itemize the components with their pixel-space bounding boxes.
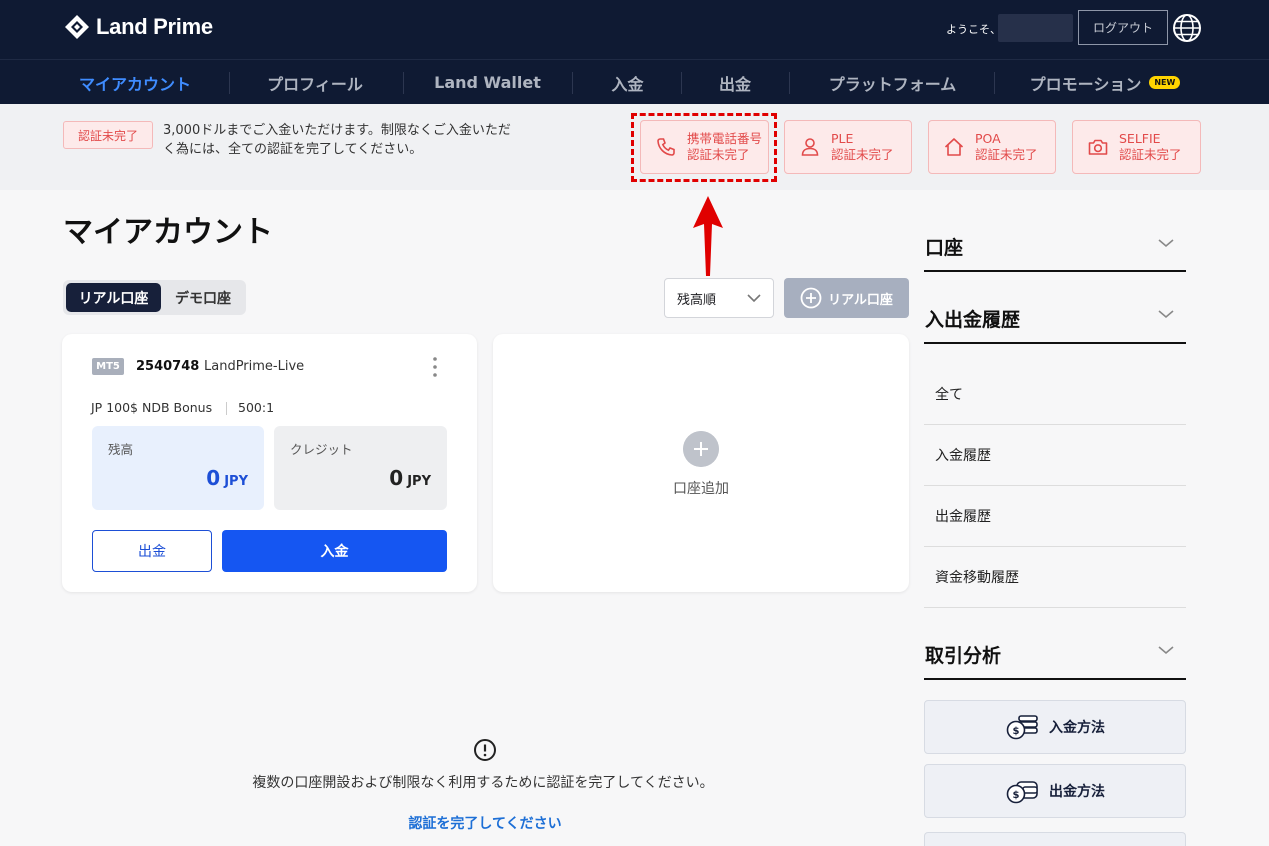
sidebar-item-all[interactable]: 全て (924, 364, 1186, 425)
brand-name: Land Prime (96, 14, 213, 39)
verification-warning-message: 複数の口座開設および制限なく利用するために認証を完了してください。 (252, 775, 714, 791)
annotation-highlight-box (631, 113, 777, 182)
sidebar-card-partial[interactable] (924, 832, 1186, 846)
verify-ple-status: 認証未完了 (831, 147, 894, 162)
more-options-icon[interactable] (430, 356, 440, 378)
withdraw-button[interactable]: 出金 (92, 530, 212, 572)
nav-divider (994, 72, 995, 94)
user-icon (801, 138, 819, 156)
verification-message: 3,000ドルまでご入金いただけます。制限なくご入金いただく為には、全ての認証を… (163, 123, 511, 157)
withdraw-wallet-icon: $ (1006, 781, 1038, 804)
tab-real-account[interactable]: リアル口座 (66, 283, 161, 312)
account-server: LandPrime-Live (204, 359, 305, 374)
sidebar-analysis-section[interactable]: 取引分析 (924, 632, 1186, 680)
account-type-tabs: リアル口座 デモ口座 (63, 280, 246, 315)
credit-amount: 0 (389, 466, 404, 490)
verify-poa-button[interactable]: POA 認証未完了 (928, 120, 1056, 174)
svg-text:$: $ (1013, 790, 1020, 801)
alert-circle-icon (474, 739, 496, 761)
verify-ple-title: PLE (831, 131, 854, 146)
credit-currency: JPY (407, 474, 431, 489)
verify-selfie-button[interactable]: SELFIE 認証未完了 (1072, 120, 1201, 174)
sort-select-value: 残高順 (677, 292, 717, 308)
new-badge: NEW (1149, 76, 1181, 89)
nav-platform[interactable]: プラットフォーム (805, 60, 980, 105)
home-icon (944, 138, 964, 156)
top-header: Land Prime ようこそ、 ログアウト (0, 0, 1269, 59)
welcome-text: ようこそ、 (946, 23, 1001, 36)
chevron-down-icon (1158, 310, 1174, 319)
nav-divider (403, 72, 404, 94)
unverified-status-badge: 認証未完了 (63, 121, 153, 149)
chevron-down-icon (747, 294, 761, 303)
sidebar-item-transfer-history[interactable]: 資金移動履歴 (924, 547, 1186, 608)
camera-icon (1088, 139, 1108, 155)
svg-text:$: $ (1013, 726, 1020, 737)
account-card: MT5 2540748 LandPrime-Live JP 100$ NDB B… (62, 334, 477, 592)
balance-amount: 0 (206, 466, 221, 490)
credit-label: クレジット (290, 442, 353, 457)
account-type: JP 100$ NDB Bonus (91, 400, 213, 415)
add-account-card[interactable]: 口座追加 (493, 334, 909, 592)
balance-box: 残高 0 JPY (92, 426, 264, 510)
chevron-down-icon (1158, 646, 1174, 655)
nav-land-wallet[interactable]: Land Wallet (420, 60, 555, 105)
nav-my-account[interactable]: マイアカウント (60, 60, 210, 105)
brand-logo[interactable]: Land Prime (64, 14, 213, 40)
add-account-label: 口座追加 (673, 481, 729, 497)
verify-selfie-title: SELFIE (1119, 131, 1161, 146)
sidebar-item-withdraw-history[interactable]: 出金履歴 (924, 486, 1186, 547)
withdraw-methods-label: 出金方法 (1049, 784, 1105, 800)
deposit-button[interactable]: 入金 (222, 530, 447, 572)
main-nav: マイアカウント プロフィール Land Wallet 入金 出金 プラットフォー… (0, 59, 1269, 104)
sidebar-accounts-section[interactable]: 口座 (924, 226, 1186, 272)
add-real-account-button[interactable]: リアル口座 (784, 278, 909, 318)
withdraw-methods-card[interactable]: $ 出金方法 (924, 764, 1186, 818)
credit-box: クレジット 0 JPY (274, 426, 447, 510)
chevron-down-icon (1158, 239, 1174, 248)
nav-promotion[interactable]: プロモーション NEW (1010, 60, 1200, 105)
sidebar-history-heading: 入出金履歴 (925, 309, 1021, 331)
complete-verification-link[interactable]: 認証を完了してください (0, 813, 970, 833)
deposit-methods-card[interactable]: $ 入金方法 (924, 700, 1186, 754)
balance-currency: JPY (224, 474, 248, 489)
nav-divider (572, 72, 573, 94)
plus-circle-icon (800, 287, 822, 309)
platform-badge: MT5 (92, 358, 124, 375)
tab-demo-account[interactable]: デモ口座 (163, 283, 243, 312)
nav-promotion-label: プロモーション (1029, 74, 1142, 94)
username-redacted (998, 14, 1073, 42)
nav-divider (229, 72, 230, 94)
sort-select[interactable]: 残高順 (664, 278, 774, 318)
globe-icon[interactable] (1172, 13, 1202, 43)
deposit-methods-label: 入金方法 (1049, 720, 1105, 736)
annotation-arrow-icon (693, 196, 723, 276)
nav-deposit[interactable]: 入金 (585, 60, 670, 105)
nav-divider (789, 72, 790, 94)
page-title: マイアカウント (63, 215, 273, 250)
verify-poa-status: 認証未完了 (975, 147, 1038, 162)
balance-label: 残高 (108, 442, 134, 457)
verify-selfie-status: 認証未完了 (1119, 147, 1182, 162)
nav-withdraw[interactable]: 出金 (695, 60, 775, 105)
verify-ple-button[interactable]: PLE 認証未完了 (784, 120, 912, 174)
account-number: 2540748 (136, 359, 200, 374)
sidebar-accounts-heading: 口座 (925, 237, 964, 259)
logout-button[interactable]: ログアウト (1078, 10, 1168, 45)
sidebar-item-deposit-history[interactable]: 入金履歴 (924, 425, 1186, 486)
account-leverage: 500:1 (238, 400, 275, 415)
credit-value: 0 JPY (389, 466, 431, 490)
balance-value: 0 JPY (206, 466, 248, 490)
plus-icon (683, 431, 719, 467)
sidebar-history-section[interactable]: 入出金履歴 (924, 296, 1186, 344)
verify-poa-title: POA (975, 131, 1001, 146)
nav-profile[interactable]: プロフィール (245, 60, 385, 105)
complete-verification-link-text[interactable]: 認証を完了してください (408, 816, 561, 832)
add-real-account-label: リアル口座 (828, 292, 893, 308)
land-prime-logo-icon (65, 15, 89, 39)
deposit-coins-icon: $ (1006, 715, 1038, 740)
nav-divider (681, 72, 682, 94)
divider (226, 402, 227, 415)
sidebar-analysis-heading: 取引分析 (925, 645, 1002, 667)
